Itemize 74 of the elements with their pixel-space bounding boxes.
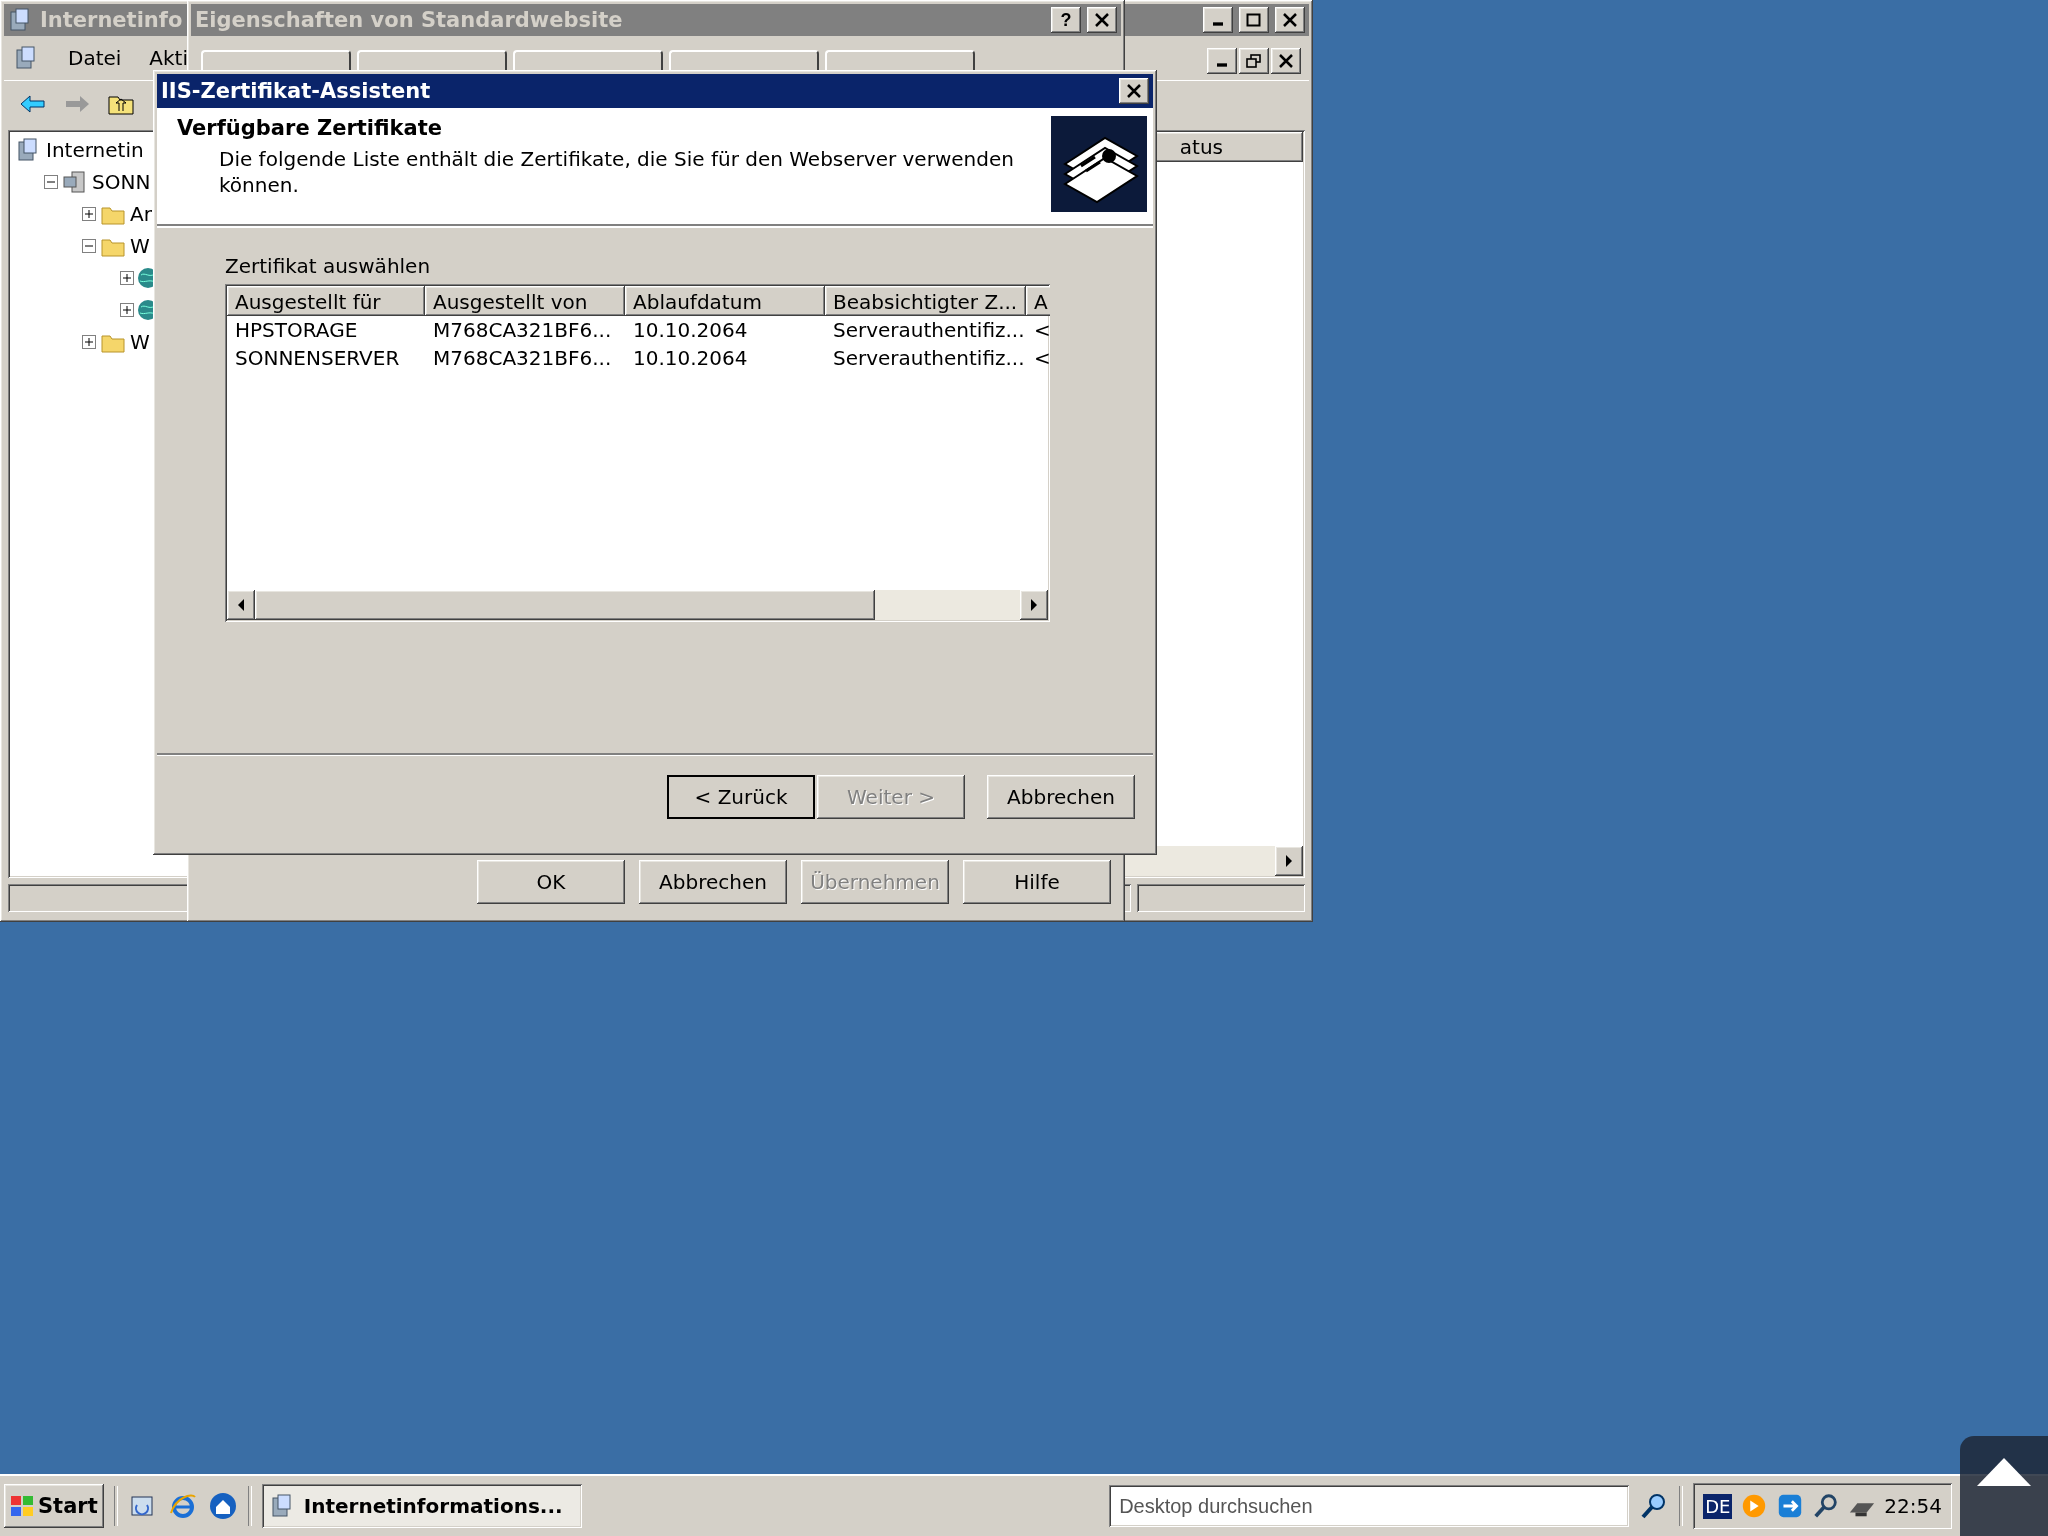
tree-item[interactable]: W	[130, 234, 150, 258]
certificate-stack-icon	[1051, 116, 1147, 212]
left-arrow-icon	[237, 599, 245, 611]
dialog-button[interactable]: Abbrechen	[639, 860, 787, 904]
right-arrow-icon	[1285, 855, 1293, 867]
table-cell-text: <	[1033, 345, 1050, 372]
dialog-button[interactable]: OK	[477, 860, 625, 904]
taskbar-button[interactable]: Internetinformations...	[261, 1484, 582, 1528]
tree-item[interactable]: Internetin	[46, 138, 144, 162]
search-field[interactable]: Desktop durchsuchen	[1109, 1485, 1630, 1527]
scroll-up-button[interactable]	[1960, 1436, 2048, 1536]
close-icon	[1126, 84, 1142, 98]
scrollbar-thumb[interactable]	[255, 590, 875, 620]
maximize-button[interactable]	[1239, 7, 1269, 33]
dialog-button[interactable]: Hilfe	[963, 860, 1111, 904]
tree-item[interactable]: SONN	[92, 170, 151, 194]
dialog-title: IIS-Zertifikat-Assistent	[161, 79, 431, 103]
restore-button[interactable]	[1239, 48, 1269, 74]
tree-item[interactable]: W	[130, 330, 150, 354]
expand-icon[interactable]	[120, 271, 134, 285]
table-cell-text: 10.10.2064	[632, 317, 749, 344]
scroll-right-button[interactable]	[1275, 846, 1303, 876]
wizard-button[interactable]: Abbrechen	[987, 775, 1135, 819]
home-icon[interactable]	[207, 1491, 238, 1521]
right-arrow-icon	[1030, 599, 1038, 611]
menu-item[interactable]: Datei	[68, 46, 122, 70]
column-header[interactable]: Ausgestellt von	[425, 286, 625, 316]
table-cell-text: M768CA321BF6...	[432, 317, 613, 344]
tree-item[interactable]: Ar	[130, 202, 152, 226]
close-button[interactable]	[1087, 7, 1117, 33]
expand-icon[interactable]	[82, 207, 96, 221]
table-cell-text: M768CA321BF6...	[432, 345, 613, 372]
up-arrow-icon	[1977, 1458, 2031, 1486]
minimize-icon	[1217, 63, 1227, 67]
close-button[interactable]	[1275, 7, 1305, 33]
menu-item[interactable]: Akti	[149, 46, 189, 70]
start-button[interactable]: Start	[4, 1484, 104, 1528]
column-header[interactable]: A	[1026, 286, 1050, 316]
list-label: Zertifikat auswählen	[225, 254, 432, 278]
table-cell-text: Serverauthentifiz...	[832, 345, 1026, 372]
column-header[interactable]: Ablaufdatum	[625, 286, 825, 316]
table-cell-text: 10.10.2064	[632, 345, 749, 372]
table-cell-text: SONNENSERVER	[234, 345, 401, 372]
close-icon	[1278, 54, 1294, 68]
table-cell-text: <	[1033, 317, 1050, 344]
maximize-icon	[1246, 13, 1262, 27]
collapse-icon[interactable]	[82, 239, 96, 253]
scroll-right-button[interactable]	[1020, 590, 1048, 620]
table-cell-text: HPSTORAGE	[234, 317, 359, 344]
restore-icon	[1246, 54, 1262, 68]
wizard-description: Die folgende Liste enthält die Zertifikate, die Sie für den Webserver verwenden können.	[219, 146, 1015, 198]
expand-icon[interactable]	[82, 335, 96, 349]
minimize-icon	[1213, 22, 1223, 26]
minimize-button[interactable]	[1207, 48, 1237, 74]
table-cell-text: Serverauthentifiz...	[832, 317, 1026, 344]
language-indicator[interactable]: DE	[1703, 1493, 1733, 1519]
collapse-icon[interactable]	[44, 175, 58, 189]
close-icon	[1282, 13, 1298, 27]
close-icon	[1094, 13, 1110, 27]
server-icon	[62, 169, 88, 195]
clock: 22:54	[1884, 1494, 1942, 1518]
column-header[interactable]: Beabsichtigter Z...	[825, 286, 1026, 316]
windows-logo-icon	[10, 1495, 34, 1517]
expand-icon[interactable]	[120, 303, 134, 317]
wizard-heading: Verfügbare Zertifikate	[177, 116, 443, 140]
scroll-left-button[interactable]	[227, 590, 255, 620]
wizard-button[interactable]: < Zurück	[667, 775, 815, 819]
help-button[interactable]: ?	[1051, 7, 1081, 33]
minimize-button[interactable]	[1203, 7, 1233, 33]
dialog-title: Eigenschaften von Standardwebsite	[195, 8, 623, 32]
close-button[interactable]	[1119, 78, 1149, 104]
close-button[interactable]	[1271, 48, 1301, 74]
column-header[interactable]: Ausgestellt für	[227, 286, 425, 316]
window-title: Internetinfo	[40, 8, 183, 32]
